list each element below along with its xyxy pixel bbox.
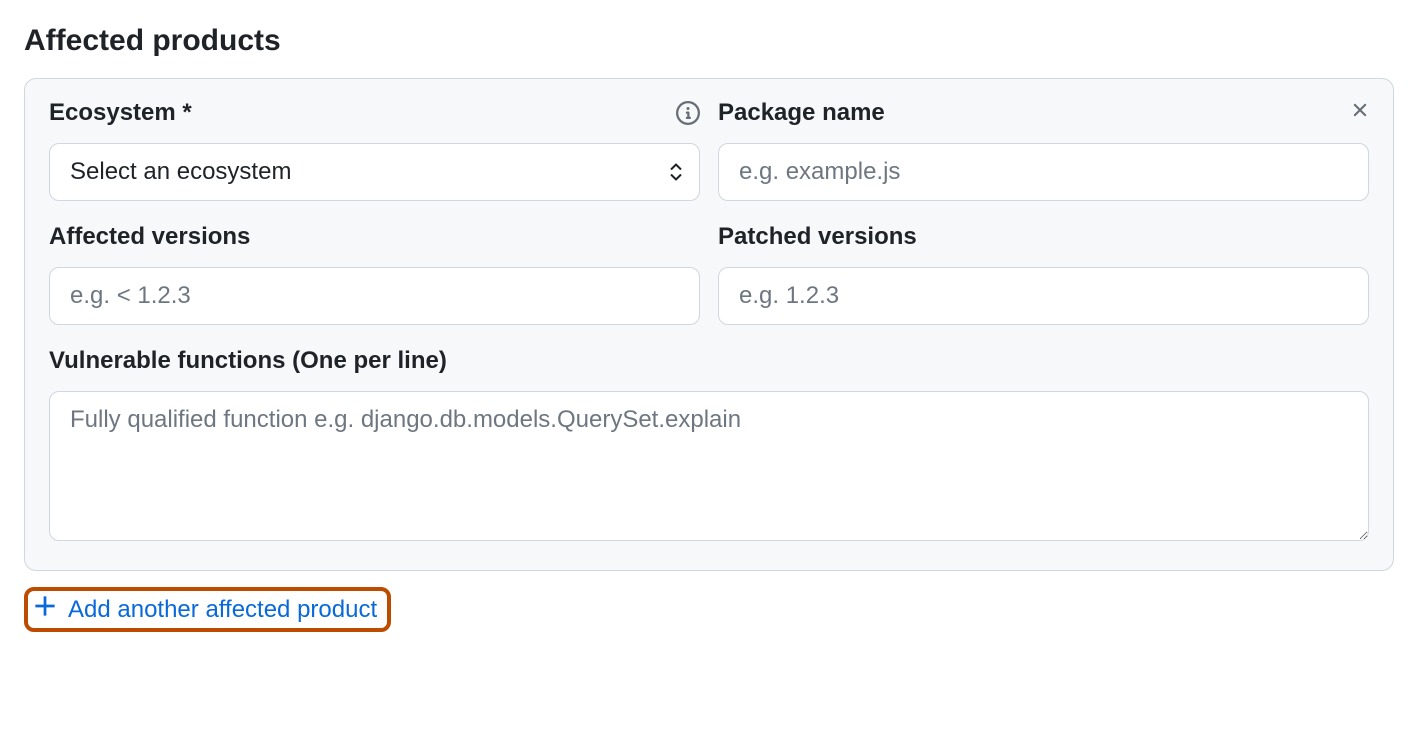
affected-versions-input[interactable] [49, 267, 700, 325]
package-name-label: Package name [718, 99, 885, 127]
ecosystem-label: Ecosystem * [49, 99, 192, 127]
vulnerable-functions-textarea[interactable] [49, 391, 1369, 541]
plus-icon [34, 595, 56, 624]
ecosystem-select[interactable]: Select an ecosystem [49, 143, 700, 201]
add-affected-product-label: Add another affected product [68, 596, 377, 624]
close-icon [1349, 99, 1371, 124]
affected-versions-label: Affected versions [49, 223, 250, 251]
add-product-highlight: Add another affected product [24, 587, 391, 632]
close-button[interactable] [1345, 95, 1375, 128]
section-title: Affected products [24, 24, 1394, 58]
info-icon[interactable] [676, 101, 700, 125]
patched-versions-label: Patched versions [718, 223, 917, 251]
vulnerable-functions-label: Vulnerable functions (One per line) [49, 347, 1369, 375]
add-affected-product-button[interactable]: Add another affected product [34, 595, 377, 624]
patched-versions-input[interactable] [718, 267, 1369, 325]
affected-product-panel: Ecosystem * Select an ecosystem Package … [24, 78, 1394, 571]
package-name-input[interactable] [718, 143, 1369, 201]
